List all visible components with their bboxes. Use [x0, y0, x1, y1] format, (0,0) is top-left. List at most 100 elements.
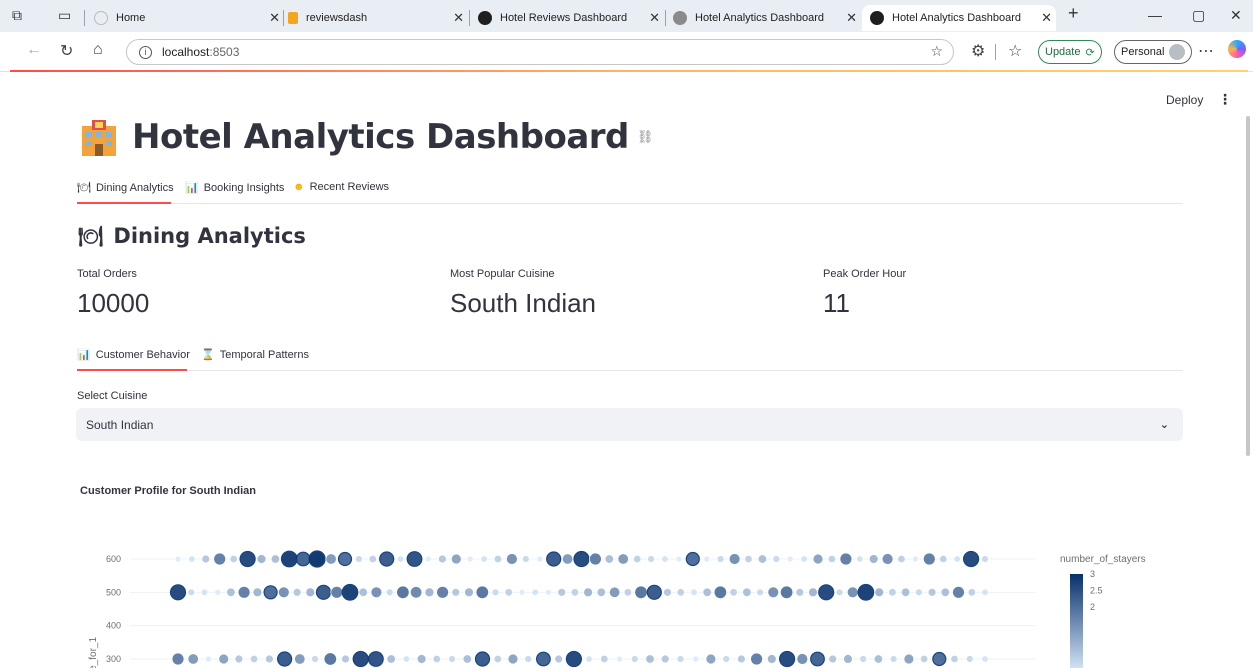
back-icon[interactable]: ← — [26, 41, 42, 59]
data-point[interactable] — [521, 555, 530, 563]
data-point[interactable] — [692, 655, 700, 663]
data-point[interactable] — [702, 587, 712, 598]
data-point[interactable] — [703, 555, 711, 563]
data-point[interactable] — [796, 653, 809, 665]
more-menu-icon[interactable]: ⋯ — [1198, 41, 1214, 61]
refresh-icon[interactable]: ↻ — [60, 41, 73, 61]
data-point[interactable] — [889, 655, 898, 663]
data-point[interactable] — [722, 655, 731, 663]
data-point[interactable] — [464, 587, 474, 598]
data-point[interactable] — [915, 588, 923, 597]
data-point[interactable] — [432, 654, 441, 664]
data-point[interactable] — [623, 588, 632, 597]
data-point[interactable] — [616, 655, 623, 663]
data-point[interactable] — [295, 551, 311, 567]
data-point[interactable] — [462, 654, 473, 664]
data-point[interactable] — [436, 585, 450, 599]
data-point[interactable] — [237, 585, 251, 599]
data-point[interactable] — [897, 554, 906, 564]
data-point[interactable] — [406, 551, 423, 567]
data-point[interactable] — [416, 654, 427, 664]
data-point[interactable] — [573, 550, 590, 568]
data-point[interactable] — [554, 654, 564, 664]
data-point[interactable] — [716, 555, 725, 563]
data-point[interactable] — [270, 554, 281, 564]
data-point[interactable] — [965, 655, 974, 663]
data-point[interactable] — [919, 654, 929, 664]
data-point[interactable] — [675, 555, 683, 563]
data-point[interactable] — [950, 654, 959, 664]
data-point[interactable] — [634, 585, 648, 600]
extensions-icon[interactable]: ⚙ — [971, 41, 985, 61]
data-point[interactable] — [646, 584, 662, 600]
data-point[interactable] — [256, 554, 267, 564]
data-point[interactable] — [843, 654, 853, 664]
data-point[interactable] — [402, 655, 411, 663]
tab-recent-reviews[interactable]: ☻ Recent Reviews — [293, 181, 389, 193]
data-point[interactable] — [795, 587, 805, 597]
tab-customer-behavior[interactable]: 📊 Customer Behavior — [77, 348, 190, 362]
data-point[interactable] — [676, 588, 685, 597]
data-point[interactable] — [818, 584, 835, 601]
browser-tab-reviewsdash[interactable]: reviewsdash ✕ — [288, 5, 464, 31]
data-point[interactable] — [200, 588, 209, 596]
data-point[interactable] — [604, 554, 615, 564]
data-point[interactable] — [570, 588, 580, 597]
restore-icon[interactable]: ▢ — [1192, 7, 1205, 24]
data-point[interactable] — [812, 553, 824, 565]
data-point[interactable] — [493, 654, 502, 664]
data-point[interactable] — [379, 551, 395, 567]
data-point[interactable] — [337, 551, 353, 567]
data-point[interactable] — [744, 554, 753, 564]
data-point[interactable] — [713, 585, 728, 600]
data-point[interactable] — [596, 587, 607, 598]
data-point[interactable] — [370, 586, 383, 599]
data-point[interactable] — [187, 588, 196, 597]
data-point[interactable] — [981, 588, 989, 596]
data-point[interactable] — [728, 553, 741, 565]
data-point[interactable] — [859, 655, 868, 663]
data-point[interactable] — [229, 554, 238, 564]
data-point[interactable] — [277, 651, 293, 667]
data-point[interactable] — [174, 555, 182, 563]
data-point[interactable] — [424, 555, 432, 563]
data-point[interactable] — [846, 586, 859, 599]
data-point[interactable] — [856, 555, 864, 563]
data-point[interactable] — [685, 551, 700, 567]
data-point[interactable] — [927, 587, 937, 597]
data-point[interactable] — [828, 654, 838, 664]
data-point[interactable] — [358, 587, 368, 598]
tab-temporal-patterns[interactable]: ⌛ Temporal Patterns — [201, 348, 309, 362]
favorites-icon[interactable]: ☆ — [1008, 41, 1022, 61]
data-point[interactable] — [280, 550, 298, 568]
data-point[interactable] — [341, 654, 350, 664]
scatter-plot[interactable]: 600 500 400 300 price_for_1 number_of_stayers… — [70, 542, 1180, 668]
main-menu-icon[interactable]: ⋮ — [1218, 91, 1232, 108]
data-point[interactable] — [294, 653, 306, 665]
data-point[interactable] — [881, 553, 894, 565]
profile-button[interactable]: Personal — [1114, 40, 1193, 64]
data-point[interactable] — [171, 652, 185, 666]
data-point[interactable] — [308, 550, 326, 568]
data-point[interactable] — [633, 554, 642, 564]
data-point[interactable] — [218, 653, 230, 665]
data-point[interactable] — [939, 554, 948, 564]
data-point[interactable] — [396, 585, 410, 600]
data-point[interactable] — [800, 555, 808, 563]
data-point[interactable] — [277, 586, 290, 599]
data-point[interactable] — [424, 587, 435, 598]
data-point[interactable] — [810, 651, 825, 667]
data-point[interactable] — [325, 553, 337, 565]
data-point[interactable] — [507, 653, 519, 665]
data-point[interactable] — [808, 587, 818, 598]
data-point[interactable] — [874, 587, 885, 598]
data-point[interactable] — [767, 586, 780, 599]
data-point[interactable] — [263, 585, 278, 600]
deploy-button[interactable]: Deploy — [1166, 93, 1203, 107]
data-point[interactable] — [544, 588, 552, 596]
browser-tab-home[interactable]: Home ✕ — [94, 5, 280, 31]
data-point[interactable] — [900, 587, 911, 598]
data-point[interactable] — [368, 651, 384, 667]
data-point[interactable] — [888, 588, 897, 597]
close-tab-icon[interactable]: ✕ — [453, 10, 464, 26]
